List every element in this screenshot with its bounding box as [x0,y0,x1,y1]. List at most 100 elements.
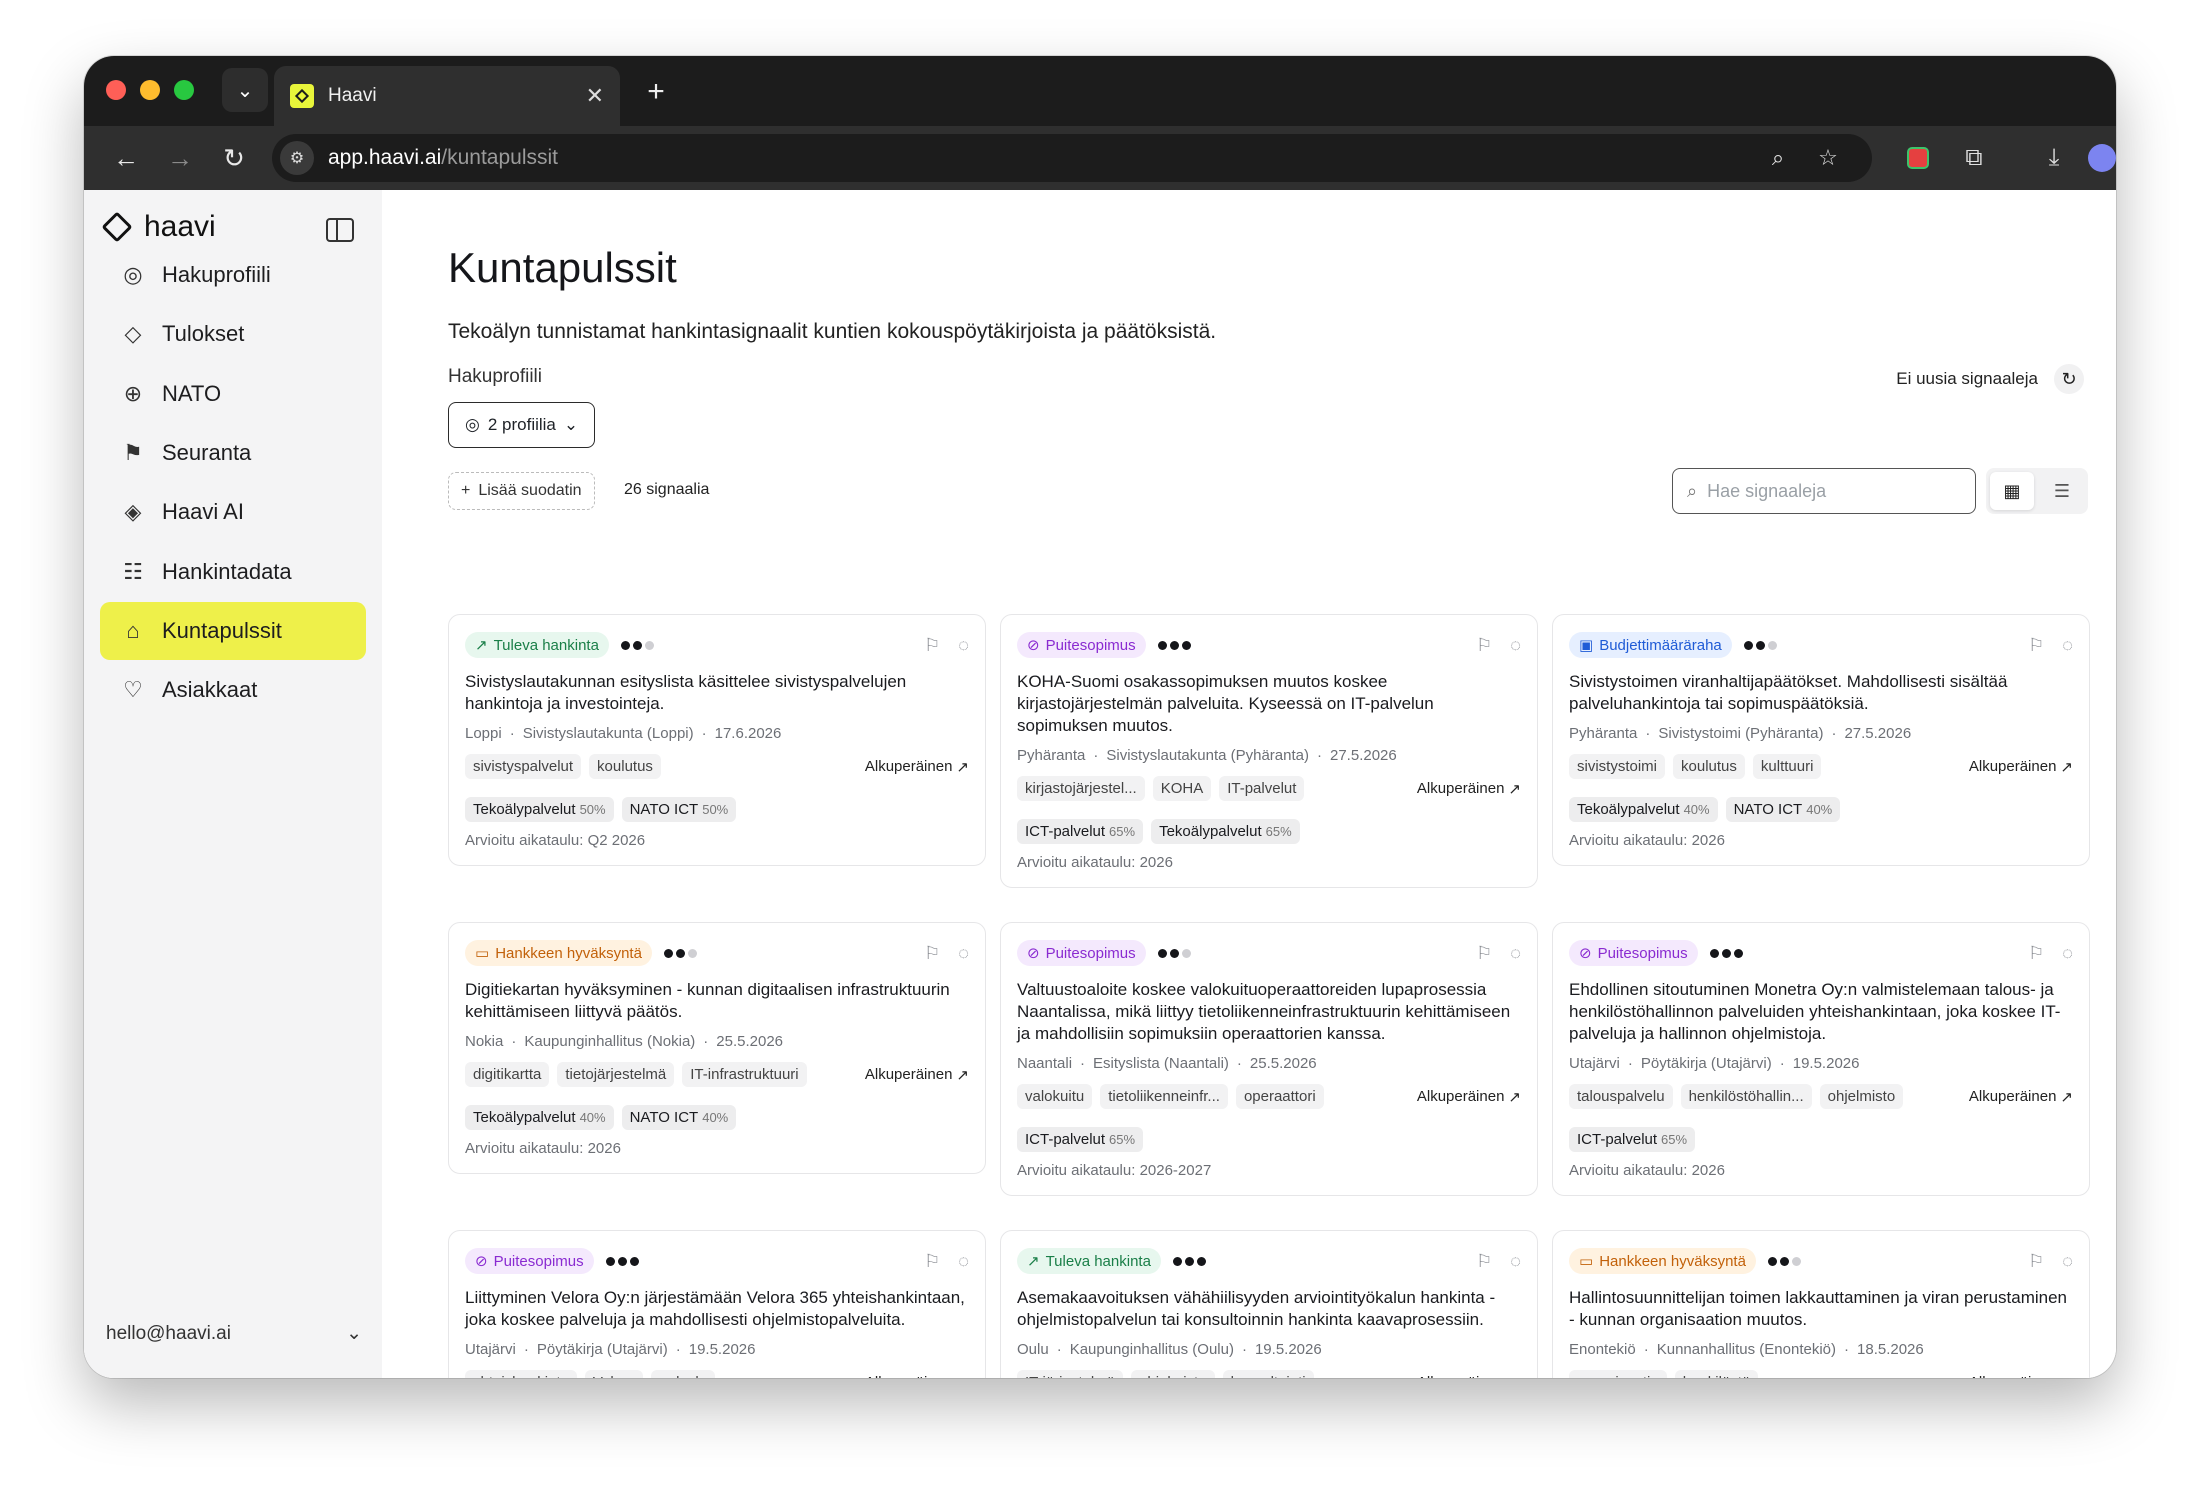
flag-icon[interactable]: ⚐ [924,635,940,656]
topic-tag[interactable]: kulttuuri [1752,754,1822,779]
search-box[interactable]: ⌕ [1672,468,1976,514]
topic-tag[interactable]: digitikartta [465,1062,550,1087]
flag-icon[interactable]: ⚐ [924,943,940,964]
extension-record-icon[interactable] [1898,138,1938,178]
topic-tag[interactable]: konsultointi [1222,1370,1314,1378]
topic-tag[interactable]: IT-infrastruktuuri [682,1062,807,1087]
topic-tag[interactable]: IT-palvelut [1219,776,1305,801]
signal-card[interactable]: ▭ Hankkeen hyväksyntä ⚐ ◌ Digitiekartan hyvä… [448,922,986,1174]
topic-tag[interactable]: sivistyspalvelut [465,754,582,779]
maximize-window-button[interactable] [174,80,194,100]
haavi-logo[interactable]: haavi [101,210,216,244]
signal-card[interactable]: ▭ Hankkeen hyväksyntä ⚐ ◌ Hallintosuunnittel… [1552,1230,2090,1378]
zoom-icon[interactable]: ⌕ [1762,142,1794,174]
topic-tag[interactable]: ohjelmisto [1131,1370,1215,1378]
sidebar-item-seuranta[interactable]: ⚑ Seuranta [100,424,366,482]
signal-card[interactable]: ⊘ Puitesopimus ⚐ ◌ Valtuustoaloite koskee va… [1000,922,1538,1196]
extensions-puzzle-icon[interactable]: ⧉ [1954,138,1994,178]
flag-icon[interactable]: ⚐ [2028,943,2044,964]
tab-close-icon[interactable]: ✕ [586,83,604,109]
topic-tag[interactable]: henkilöstöhallin... [1680,1084,1812,1109]
download-icon[interactable]: ⤓ [2034,138,2074,178]
sidebar-item-nato[interactable]: ⊕ NATO [100,365,366,423]
flag-icon[interactable]: ⚐ [2028,635,2044,656]
profile-select-button[interactable]: ◎ 2 profiilia ⌄ [448,402,596,448]
sidebar-item-tulokset[interactable]: ◇ Tulokset [100,305,366,363]
hide-eye-icon[interactable]: ◌ [1510,635,1521,656]
topic-tag[interactable]: talouspalvelu [1569,1084,1673,1109]
grid-view-icon[interactable]: ▦ [1990,472,2034,510]
signal-card[interactable]: ↗ Tuleva hankinta ⚐ ◌ Sivistyslautakunnan es… [448,614,986,866]
hide-eye-icon[interactable]: ◌ [1510,1251,1521,1272]
close-window-button[interactable] [106,80,126,100]
profile-avatar[interactable] [2082,138,2116,178]
hide-eye-icon[interactable]: ◌ [1510,943,1521,964]
topic-tag[interactable]: kirjastojärjestel... [1017,776,1145,801]
signal-card[interactable]: ⊘ Puitesopimus ⚐ ◌ KOHA-Suomi osakassopimuks… [1000,614,1538,888]
hide-eye-icon[interactable]: ◌ [2062,943,2073,964]
original-link[interactable]: Alkuperäinen↗ [865,1374,969,1378]
original-link[interactable]: Alkuperäinen↗ [1969,1374,2073,1378]
signal-card[interactable]: ▣ Budjettimääräraha ⚐ ◌ Sivistystoimen viran… [1552,614,2090,866]
hide-eye-icon[interactable]: ◌ [2062,1251,2073,1272]
back-arrow-icon[interactable]: ← [106,138,146,178]
topic-tag[interactable]: tietojärjestelmä [557,1062,675,1087]
browser-tab[interactable]: Haavi ✕ [274,66,620,126]
refresh-icon[interactable]: ↻ [2054,364,2084,394]
list-view-icon[interactable]: ☰ [2040,472,2084,510]
sidebar-item-hankintadata[interactable]: ☷ Hankintadata [100,543,366,601]
sidebar-item-hakuprofiili[interactable]: ◎ Hakuprofiili [100,246,366,304]
topic-tag[interactable]: ohjelmisto [1819,1084,1904,1109]
original-link[interactable]: Alkuperäinen↗ [1969,1088,2073,1106]
topic-tag[interactable]: palvelu [651,1370,715,1378]
topic-tag[interactable]: operaattori [1235,1084,1324,1109]
forward-arrow-icon[interactable]: → [160,138,200,178]
topic-tag[interactable]: organisaatio [1569,1370,1667,1378]
topic-tag[interactable]: sivistystoimi [1569,754,1666,779]
address-bar[interactable]: ⚙ app.haavi.ai/kuntapulssit ⌕ ☆ [272,134,1872,182]
topic-tag[interactable]: koulutus [1673,754,1745,779]
signal-card[interactable]: ⊘ Puitesopimus ⚐ ◌ Liittyminen Velora Oy:n j… [448,1230,986,1378]
topic-tag[interactable]: valokuitu [1017,1084,1093,1109]
topic-tag[interactable]: IT-järjestelmä [1017,1370,1124,1378]
sidebar-item-asiakkaat[interactable]: ♡ Asiakkaat [100,661,366,719]
signal-card[interactable]: ⊘ Puitesopimus ⚐ ◌ Ehdollinen sitoutuminen M… [1552,922,2090,1196]
reload-icon[interactable]: ↻ [214,138,254,178]
sidebar-item-haavi-ai[interactable]: ◈ Haavi AI [100,483,366,541]
original-link[interactable]: Alkuperäinen↗ [865,758,969,776]
site-info-icon[interactable]: ⚙ [280,141,314,175]
original-link[interactable]: Alkuperäinen↗ [1969,758,2073,776]
original-link[interactable]: Alkuperäinen↗ [1417,1088,1521,1106]
badge-label: Budjettimääräraha [1599,636,1722,654]
topic-tag[interactable]: koulutus [589,754,661,779]
original-link[interactable]: Alkuperäinen↗ [1417,780,1521,798]
sidebar-toggle-icon[interactable] [326,218,354,242]
hide-eye-icon[interactable]: ◌ [2062,635,2073,656]
topic-tag[interactable]: henkilöstö [1674,1370,1759,1378]
topic-tag[interactable]: tietoliikenneinfr... [1100,1084,1228,1109]
card-meta: Utajärvi · Pöytäkirja (Utajärvi) · 19.5.2026 [1569,1055,2073,1072]
flag-icon[interactable]: ⚐ [1476,635,1492,656]
hide-eye-icon[interactable]: ◌ [958,1251,969,1272]
search-input[interactable] [1707,480,1948,502]
tag-row: organisaatio henkilöstö Alkuperäinen↗ [1569,1370,2073,1378]
signal-card[interactable]: ↗ Tuleva hankinta ⚐ ◌ Asemakaavoituksen vähä… [1000,1230,1538,1378]
topic-tag[interactable]: KOHA [1152,776,1212,801]
tab-search-chevron-icon[interactable]: ⌄ [222,68,268,112]
add-filter-button[interactable]: + Lisää suodatin [448,472,595,510]
flag-icon[interactable]: ⚐ [2028,1251,2044,1272]
flag-icon[interactable]: ⚐ [924,1251,940,1272]
new-tab-button[interactable]: + [636,72,676,112]
flag-icon[interactable]: ⚐ [1476,943,1492,964]
hide-eye-icon[interactable]: ◌ [958,635,969,656]
hide-eye-icon[interactable]: ◌ [958,943,969,964]
original-link[interactable]: Alkuperäinen↗ [1417,1374,1521,1378]
bookmark-star-icon[interactable]: ☆ [1812,142,1844,174]
sidebar-item-kuntapulssit[interactable]: ⌂ Kuntapulssit [100,601,366,660]
topic-tag[interactable]: Velora [584,1370,644,1378]
minimize-window-button[interactable] [140,80,160,100]
original-link[interactable]: Alkuperäinen↗ [865,1066,969,1084]
flag-icon[interactable]: ⚐ [1476,1251,1492,1272]
topic-tag[interactable]: yhteishankinta [465,1370,577,1378]
user-menu[interactable]: hello@haavi.ai ⌄ [106,1322,362,1345]
